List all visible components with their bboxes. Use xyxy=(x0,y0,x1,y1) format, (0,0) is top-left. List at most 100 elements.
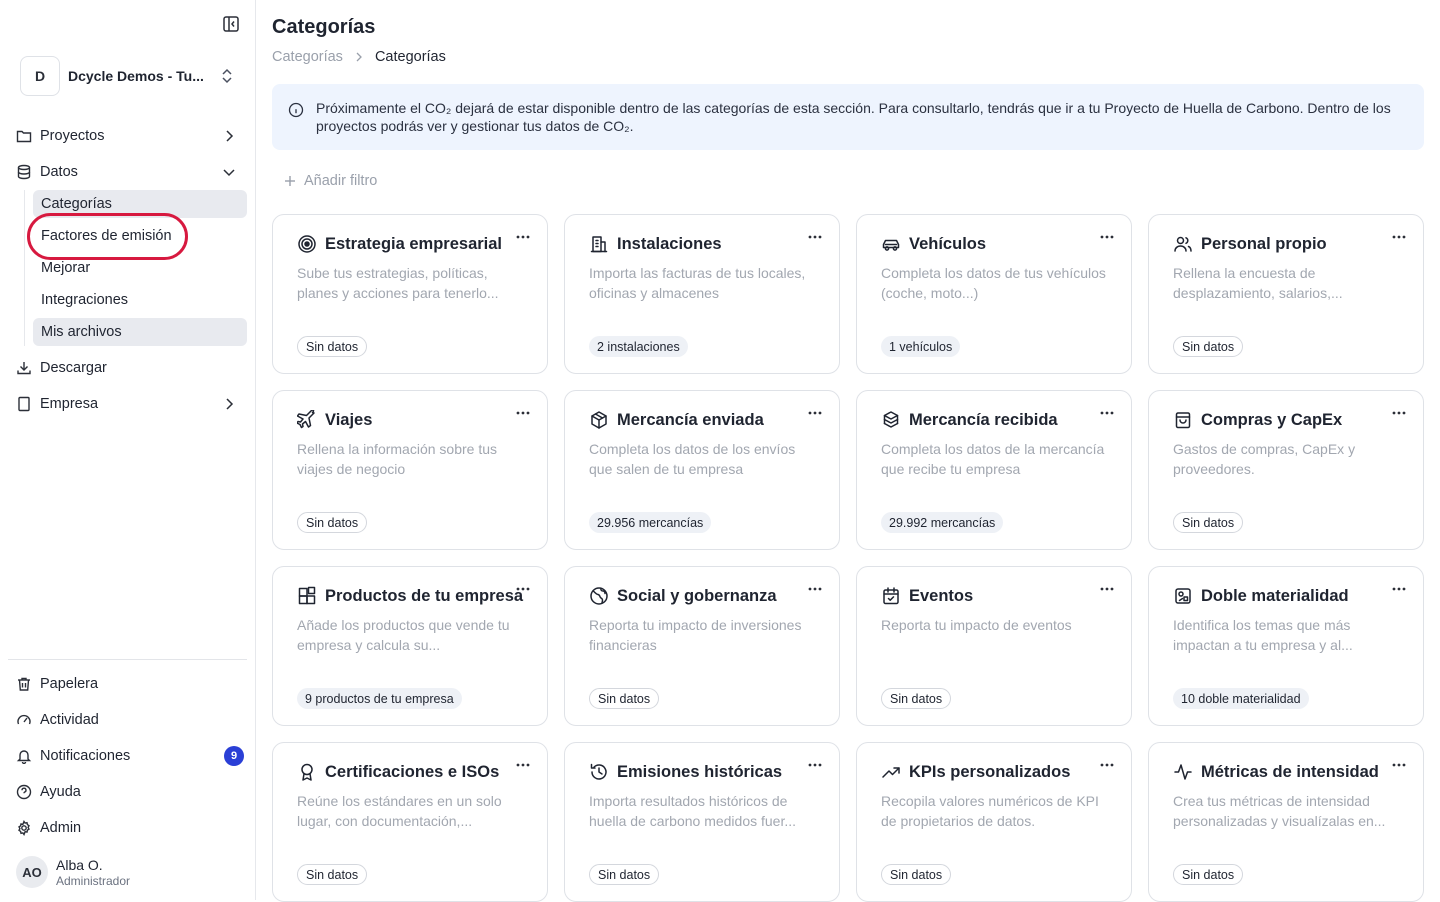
nav-label: Descargar xyxy=(40,360,107,376)
sidebar-item-mejorar[interactable]: Mejorar xyxy=(33,254,247,282)
user-name: Alba O. xyxy=(56,856,103,873)
trending-up-icon xyxy=(881,762,901,782)
more-options-icon[interactable] xyxy=(807,407,823,419)
card-title: Social y gobernanza xyxy=(617,586,777,605)
sidebar-collapse-icon[interactable] xyxy=(222,15,240,33)
card-header: Mercancía recibida xyxy=(881,410,1058,430)
nav-empresa[interactable]: Empresa xyxy=(8,388,248,420)
card-header: Viajes xyxy=(297,410,372,430)
sidebar-item-integraciones[interactable]: Integraciones xyxy=(33,286,247,314)
card-description: Reporta tu impacto de inversiones financ… xyxy=(589,617,802,653)
more-options-icon[interactable] xyxy=(515,583,531,595)
breadcrumb-link[interactable]: Categorías xyxy=(272,49,343,65)
building-icon xyxy=(589,234,609,254)
card-title: Métricas de intensidad xyxy=(1201,762,1379,781)
category-card[interactable]: Viajes Rellena la información sobre tus v… xyxy=(272,390,548,550)
folder-icon xyxy=(16,128,32,144)
category-card[interactable]: Personal propio Rellena la encuesta de de… xyxy=(1148,214,1424,374)
nav-notificaciones[interactable]: Notificaciones 9 xyxy=(8,740,248,772)
card-title: Viajes xyxy=(325,410,373,429)
category-card[interactable]: Social y gobernanza Reporta tu impacto de… xyxy=(564,566,840,726)
nav-admin[interactable]: Admin xyxy=(8,812,248,844)
card-header: Social y gobernanza xyxy=(589,586,777,606)
more-options-icon[interactable] xyxy=(807,583,823,595)
nav-papelera[interactable]: Papelera xyxy=(8,668,248,700)
card-description: Completa los datos de los envíos que sal… xyxy=(589,441,796,477)
chevron-right-icon xyxy=(226,398,234,410)
card-title: Compras y CapEx xyxy=(1201,410,1343,429)
download-icon xyxy=(16,360,32,376)
status-badge: Sin datos xyxy=(881,688,952,709)
more-options-icon[interactable] xyxy=(1391,759,1407,771)
more-options-icon[interactable] xyxy=(807,759,823,771)
main-content: Categorías Categorías Categorías Próxima… xyxy=(256,0,1440,902)
card-description: Importa resultados históricos de huella … xyxy=(589,793,797,829)
category-card[interactable]: KPIs personalizados Recopila valores numé… xyxy=(856,742,1132,902)
sidebar-divider xyxy=(8,659,247,660)
category-card[interactable]: Doble materialidad Identifica los temas q… xyxy=(1148,566,1424,726)
nav-proyectos[interactable]: Proyectos xyxy=(8,120,248,152)
org-switcher[interactable]: D Dcycle Demos - Tu... xyxy=(20,56,242,96)
chevron-right-icon xyxy=(356,52,362,62)
card-title: Mercancía enviada xyxy=(617,410,764,429)
status-badge: 1 vehículos xyxy=(881,336,961,357)
card-header: Vehículos xyxy=(881,234,986,254)
page-title: Categorías xyxy=(272,16,376,38)
sidebar-item-factores-emision[interactable]: Factores de emisión xyxy=(33,222,247,250)
more-options-icon[interactable] xyxy=(1391,407,1407,419)
status-badge: 9 productos de tu empresa xyxy=(297,688,462,709)
nav-label: Admin xyxy=(40,820,82,836)
card-description: Rellena la información sobre tus viajes … xyxy=(297,441,497,477)
globe-icon xyxy=(589,586,609,606)
card-title: Eventos xyxy=(909,586,974,605)
category-card[interactable]: Certificaciones e ISOs Reúne los estándar… xyxy=(272,742,548,902)
card-description: Gastos de compras, CapEx y proveedores. xyxy=(1173,441,1356,477)
card-title: Emisiones históricas xyxy=(617,762,783,781)
category-card[interactable]: Instalaciones Importa las facturas de tus… xyxy=(564,214,840,374)
box-icon xyxy=(589,410,609,430)
more-options-icon[interactable] xyxy=(515,407,531,419)
more-options-icon[interactable] xyxy=(1099,583,1115,595)
info-banner-text: Próximamente el CO₂ dejará de estar disp… xyxy=(316,100,1391,134)
more-options-icon[interactable] xyxy=(1099,407,1115,419)
category-card[interactable]: Productos de tu empresa Añade los product… xyxy=(272,566,548,726)
sidebar-item-categorias[interactable]: Categorías xyxy=(33,190,247,218)
card-description: Completa los datos de tus vehículos (coc… xyxy=(881,265,1106,301)
card-header: Instalaciones xyxy=(589,234,722,254)
more-options-icon[interactable] xyxy=(1391,583,1407,595)
sidebar-item-mis-archivos[interactable]: Mis archivos xyxy=(33,318,247,346)
card-description: Recopila valores numéricos de KPI de pro… xyxy=(881,793,1099,829)
more-options-icon[interactable] xyxy=(1099,231,1115,243)
category-card[interactable]: Mercancía recibida Completa los datos de … xyxy=(856,390,1132,550)
category-card[interactable]: Compras y CapEx Gastos de compras, CapEx … xyxy=(1148,390,1424,550)
nav-descargar[interactable]: Descargar xyxy=(8,352,248,384)
nav-datos[interactable]: Datos xyxy=(8,156,248,188)
card-header: Eventos xyxy=(881,586,973,606)
org-avatar: D xyxy=(20,56,60,96)
nav-label: Notificaciones xyxy=(40,748,131,764)
category-card[interactable]: Vehículos Completa los datos de tus vehíc… xyxy=(856,214,1132,374)
more-options-icon[interactable] xyxy=(807,231,823,243)
nav-ayuda[interactable]: Ayuda xyxy=(8,776,248,808)
category-card[interactable]: Emisiones históricas Importa resultados h… xyxy=(564,742,840,902)
nav-label: Ayuda xyxy=(40,784,81,800)
card-title: Certificaciones e ISOs xyxy=(325,762,500,781)
category-card[interactable]: Mercancía enviada Completa los datos de l… xyxy=(564,390,840,550)
add-filter-button[interactable]: Añadir filtro xyxy=(284,173,377,189)
calendar-icon xyxy=(881,586,901,606)
more-options-icon[interactable] xyxy=(515,759,531,771)
nav-actividad[interactable]: Actividad xyxy=(8,704,248,736)
more-options-icon[interactable] xyxy=(1099,759,1115,771)
user-profile[interactable]: AO Alba O. Administrador xyxy=(16,856,130,888)
category-card[interactable]: Eventos Reporta tu impacto de eventos Sin … xyxy=(856,566,1132,726)
add-filter-label: Añadir filtro xyxy=(304,173,378,189)
category-card[interactable]: Estrategia empresarial Sube tus estrategi… xyxy=(272,214,548,374)
more-options-icon[interactable] xyxy=(515,231,531,243)
card-title: Instalaciones xyxy=(617,234,722,253)
category-card[interactable]: Métricas de intensidad Crea tus métricas … xyxy=(1148,742,1424,902)
card-description: Rellena la encuesta de desplazamiento, s… xyxy=(1173,265,1343,301)
more-options-icon[interactable] xyxy=(1391,231,1407,243)
building-icon xyxy=(16,396,32,412)
card-description: Completa los datos de la mercancía que r… xyxy=(881,441,1105,477)
nav-label: Proyectos xyxy=(40,128,105,144)
